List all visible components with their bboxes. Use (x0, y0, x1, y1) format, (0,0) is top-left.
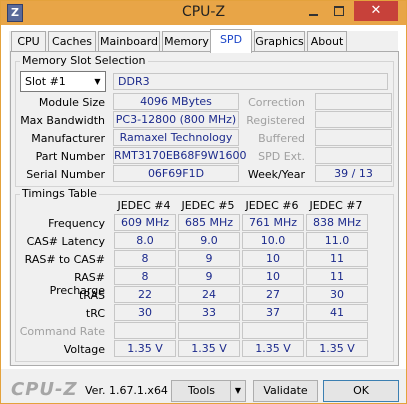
timing-value (178, 322, 240, 339)
cas-latency-label: CAS# Latency (26, 235, 105, 248)
timing-value: 9 (178, 268, 240, 285)
cpuz-brand-logo: CPU-Z (11, 379, 78, 400)
column-header: JEDEC #6 (245, 199, 299, 212)
serial-number-value: 06F69F1D (113, 165, 239, 182)
timing-value (242, 322, 304, 339)
tab-caches[interactable]: Caches (48, 31, 96, 52)
maximize-button[interactable] (326, 1, 352, 21)
timing-value: 37 (242, 304, 304, 321)
timing-value: 9.0 (178, 232, 240, 249)
maximize-icon (334, 6, 344, 16)
command-rate-label: Command Rate (19, 325, 105, 338)
tab-graphics[interactable]: Graphics (254, 31, 305, 52)
ras-to-cas-label: RAS# to CAS# (24, 253, 105, 266)
timing-value: 30 (114, 304, 176, 321)
ok-button[interactable]: OK (323, 380, 399, 402)
timing-value: 8.0 (114, 232, 176, 249)
version-label: Ver. 1.67.1.x64 (85, 384, 168, 397)
timing-value: 11 (306, 268, 368, 285)
timing-value: 9 (178, 250, 240, 267)
serial-number-label: Serial Number (26, 168, 105, 181)
chevron-down-icon: ▼ (94, 77, 101, 86)
timing-value: 10 (242, 268, 304, 285)
timing-value: 838 MHz (306, 214, 368, 231)
tab-cpu[interactable]: CPU (11, 31, 46, 52)
registered-label: Registered (246, 114, 305, 127)
slot-select-value: Slot #1 (25, 75, 66, 88)
tools-button[interactable]: Tools (171, 380, 232, 402)
minimize-button[interactable] (300, 1, 326, 21)
part-number-label: Part Number (35, 150, 105, 163)
module-size-value: 4096 MBytes (113, 93, 239, 110)
column-header: JEDEC #5 (181, 199, 235, 212)
chevron-down-icon: ▼ (234, 386, 242, 395)
memory-type-value: DDR3 (113, 73, 388, 90)
timing-value: 11 (306, 250, 368, 267)
buffered-value (315, 129, 392, 146)
tab-about[interactable]: About (307, 31, 347, 52)
trc-label: tRC (85, 307, 105, 320)
tab-spd[interactable]: SPD (210, 29, 252, 53)
tras-label: tRAS (78, 289, 105, 302)
spd-ext-value (315, 147, 392, 164)
timing-value: 41 (306, 304, 368, 321)
timing-value: 10 (242, 250, 304, 267)
timing-value: 27 (242, 286, 304, 303)
voltage-label: Voltage (63, 343, 105, 356)
timing-value: 1.35 V (178, 340, 240, 357)
week-year-value: 39 / 13 (315, 165, 392, 182)
timing-value: 22 (114, 286, 176, 303)
max-bandwidth-value: PC3-12800 (800 MHz) (113, 111, 239, 128)
timing-value: 8 (114, 250, 176, 267)
timing-value: 1.35 V (114, 340, 176, 357)
timing-value (114, 322, 176, 339)
timing-value: 1.35 V (242, 340, 304, 357)
timing-value: 10.0 (242, 232, 304, 249)
timing-value: 761 MHz (242, 214, 304, 231)
memory-slot-group-title: Memory Slot Selection (20, 54, 148, 67)
buffered-label: Buffered (258, 132, 305, 145)
manufacturer-value: Ramaxel Technology (113, 129, 239, 146)
column-header: JEDEC #7 (309, 199, 363, 212)
timing-value: 24 (178, 286, 240, 303)
timings-table-title: Timings Table (20, 187, 99, 200)
module-size-label: Module Size (38, 96, 105, 109)
timing-value: 30 (306, 286, 368, 303)
timing-value: 11.0 (306, 232, 368, 249)
timing-value (306, 322, 368, 339)
close-button[interactable]: ✕ (354, 1, 398, 21)
correction-label: Correction (248, 96, 305, 109)
timing-value: 609 MHz (114, 214, 176, 231)
tab-memory[interactable]: Memory (162, 31, 211, 52)
minimize-icon (309, 14, 318, 16)
frequency-label: Frequency (48, 217, 105, 230)
correction-value (315, 93, 392, 110)
tab-mainboard[interactable]: Mainboard (98, 31, 160, 52)
slot-select[interactable]: Slot #1 ▼ (20, 71, 106, 92)
close-icon: ✕ (370, 3, 382, 18)
max-bandwidth-label: Max Bandwidth (20, 114, 105, 127)
timing-value: 8 (114, 268, 176, 285)
part-number-value: RMT3170EB68F9W1600 (113, 147, 247, 164)
title-bar[interactable]: Z CPU-Z ✕ (1, 1, 406, 25)
spd-ext-label: SPD Ext. (258, 150, 305, 163)
timing-value: 685 MHz (178, 214, 240, 231)
registered-value (315, 111, 392, 128)
cpuz-window: Z CPU-Z ✕ CPU Caches Mainboard Memory SP… (0, 0, 407, 404)
column-header: JEDEC #4 (117, 199, 171, 212)
tools-dropdown-button[interactable]: ▼ (230, 380, 246, 402)
manufacturer-label: Manufacturer (31, 132, 105, 145)
validate-button[interactable]: Validate (253, 380, 318, 402)
timing-value: 1.35 V (306, 340, 368, 357)
week-year-label: Week/Year (247, 168, 305, 181)
timing-value: 33 (178, 304, 240, 321)
